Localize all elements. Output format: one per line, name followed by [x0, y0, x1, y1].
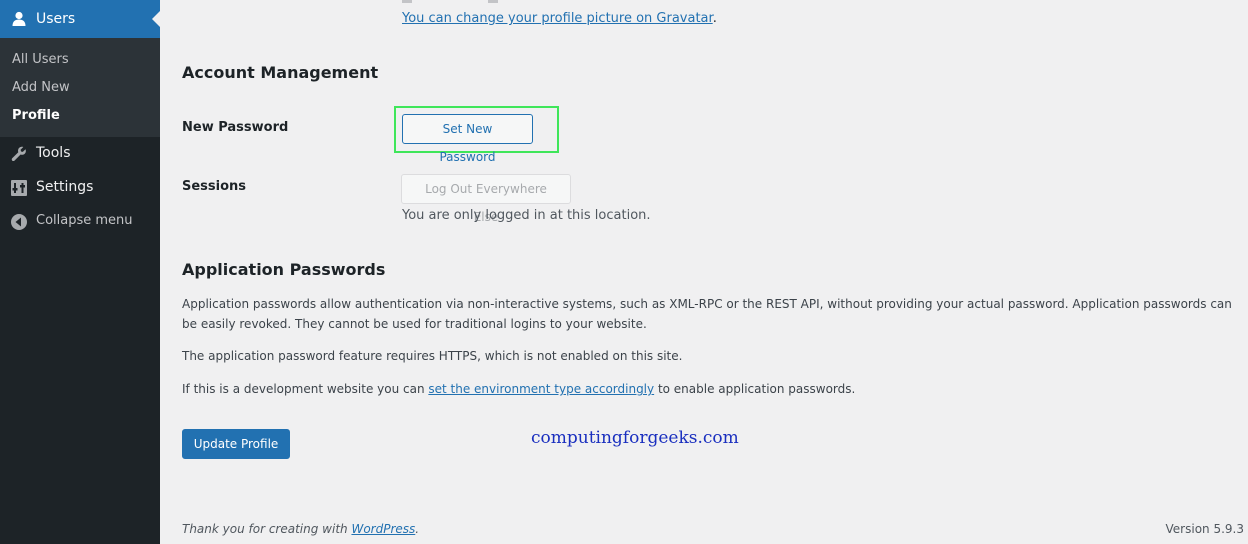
settings-sliders-icon — [10, 179, 28, 197]
menu-item-users-label: Users — [36, 11, 76, 27]
update-profile-button[interactable]: Update Profile — [182, 429, 290, 459]
menu-item-users[interactable]: Users — [0, 0, 160, 38]
logout-everywhere-button[interactable]: Log Out Everywhere Else — [401, 174, 571, 224]
wordpress-link[interactable]: WordPress — [351, 522, 415, 536]
collapse-menu[interactable]: Collapse menu — [0, 204, 160, 238]
user-icon — [10, 10, 28, 28]
environment-note-prefix: If this is a development website you can — [182, 382, 429, 396]
footer-thanks: Thank you for creating with WordPress. — [182, 522, 419, 536]
https-requirement-note: The application password feature require… — [182, 349, 683, 363]
submenu-item-add-new[interactable]: Add New — [12, 80, 70, 95]
collapse-menu-label: Collapse menu — [36, 213, 133, 228]
admin-sidebar: Users All Users Add New Profile Tools Se… — [0, 0, 160, 544]
new-password-label: New Password — [182, 120, 289, 135]
gravatar-note: You can change your profile picture on G… — [402, 11, 717, 26]
environment-note: If this is a development website you can… — [182, 379, 855, 399]
submenu-item-profile[interactable]: Profile — [12, 108, 60, 123]
avatar-field-edge — [402, 0, 412, 3]
account-management-heading: Account Management — [182, 63, 379, 82]
current-menu-arrow — [152, 11, 160, 27]
set-new-password-button[interactable]: Set New Password — [402, 114, 533, 164]
footer-thanks-prefix: Thank you for creating with — [182, 522, 352, 536]
menu-item-settings-label: Settings — [36, 179, 94, 195]
submenu-item-all-users[interactable]: All Users — [12, 52, 69, 67]
sessions-label: Sessions — [182, 179, 247, 194]
application-passwords-heading: Application Passwords — [182, 260, 386, 279]
avatar-field-edge — [488, 0, 498, 3]
footer-version: Version 5.9.3 — [1165, 522, 1244, 536]
watermark-text: computingforgeeks.com — [531, 428, 739, 448]
environment-note-suffix: to enable application passwords. — [654, 382, 856, 396]
users-submenu: All Users Add New Profile — [0, 38, 160, 137]
menu-item-tools-label: Tools — [36, 145, 71, 161]
collapse-arrow-icon — [10, 213, 28, 231]
gravatar-suffix: . — [712, 11, 717, 26]
menu-item-tools[interactable]: Tools — [0, 137, 160, 171]
menu-item-settings[interactable]: Settings — [0, 171, 160, 205]
footer-thanks-suffix: . — [415, 522, 420, 536]
environment-type-link[interactable]: set the environment type accordingly — [428, 382, 654, 396]
sessions-note: You are only logged in at this location. — [402, 208, 651, 223]
app-passwords-description: Application passwords allow authenticati… — [182, 297, 1232, 331]
wrench-icon — [10, 145, 28, 163]
gravatar-link[interactable]: You can change your profile picture on G… — [402, 11, 713, 26]
